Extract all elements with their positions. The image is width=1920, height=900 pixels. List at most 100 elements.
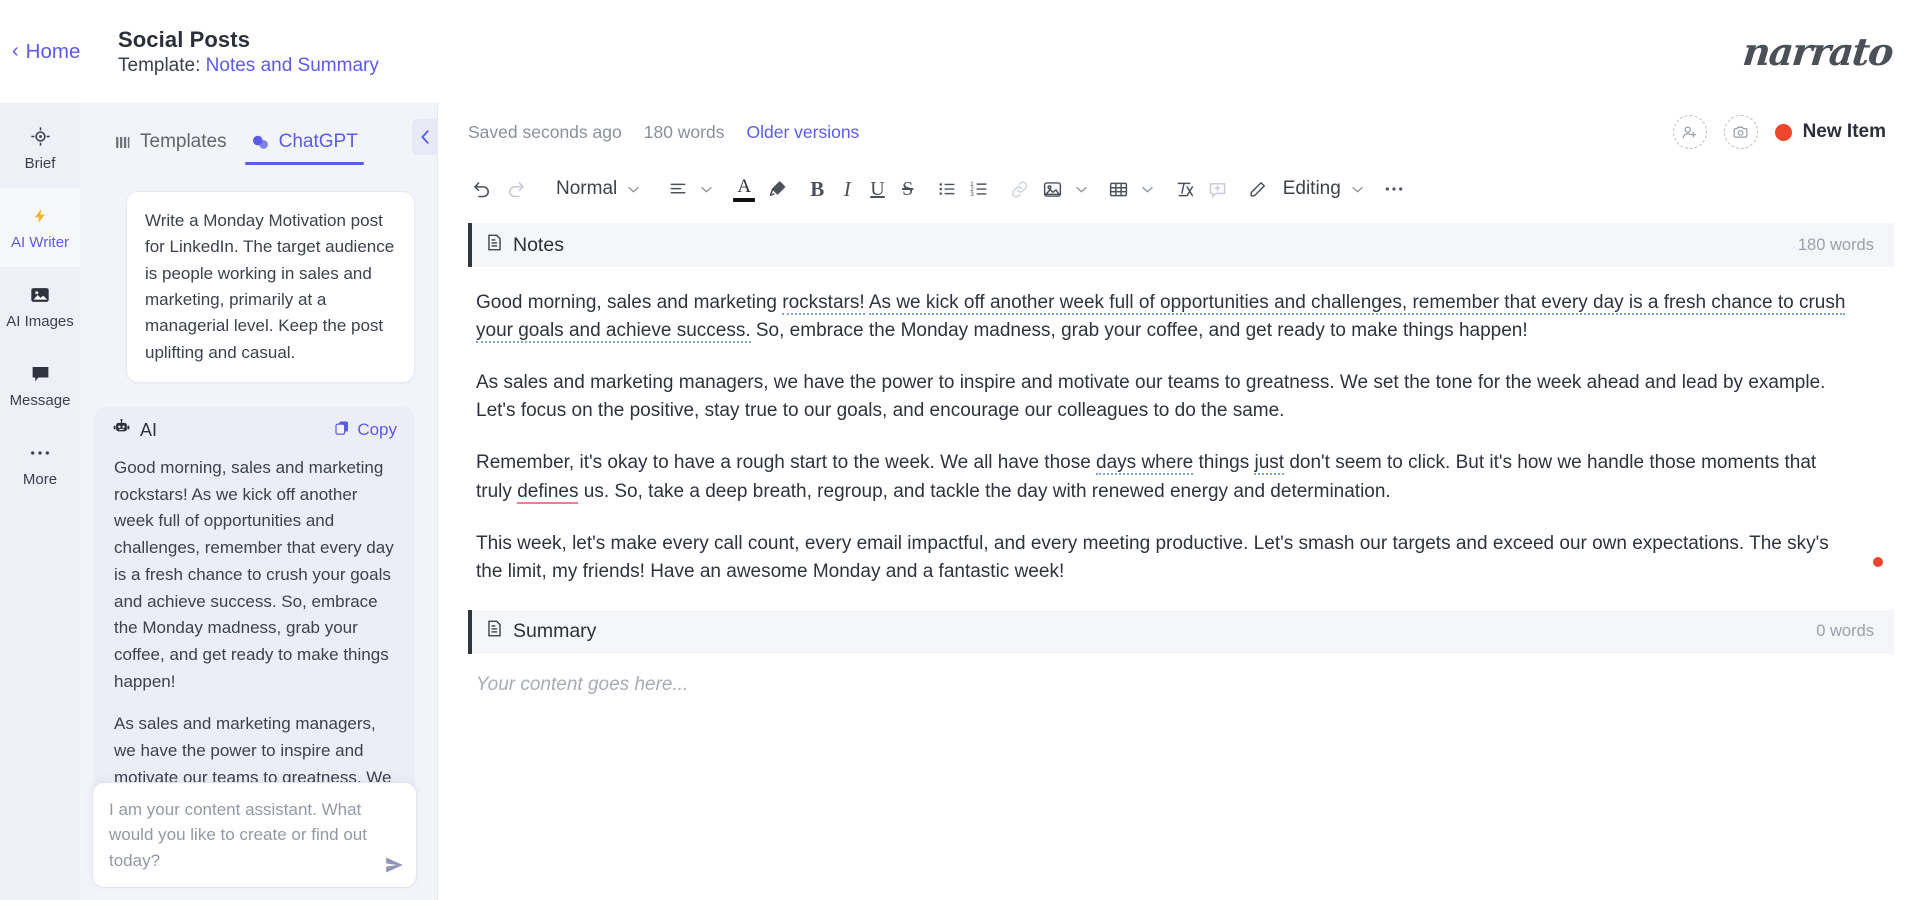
insert-image-button[interactable] — [1036, 172, 1069, 206]
ai-label: AI — [140, 419, 158, 440]
assistant-panel: Templates ChatGPT Write a Monday Motivat… — [80, 103, 438, 900]
insert-table-button[interactable] — [1102, 172, 1135, 206]
editor-meta-bar: Saved seconds ago 180 words Older versio… — [438, 103, 1920, 161]
font-color-button[interactable]: A — [727, 177, 761, 202]
sidebar-item-label: Message — [9, 391, 71, 409]
add-comment-button[interactable] — [1201, 172, 1234, 206]
chevron-left-icon: ‹ — [12, 39, 19, 62]
word-count: 180 words — [643, 121, 725, 142]
summary-placeholder: Your content goes here... — [476, 673, 689, 695]
italic-button[interactable]: I — [832, 172, 862, 206]
italic-icon: I — [843, 176, 851, 201]
narrato-logo: narrato — [1740, 29, 1895, 74]
undo-button[interactable] — [466, 172, 499, 206]
ellipsis-icon — [29, 442, 51, 464]
editing-chevron-down-icon[interactable] — [1345, 182, 1370, 197]
lightning-icon — [32, 205, 49, 227]
image-chevron-down-icon[interactable] — [1069, 182, 1094, 197]
bullet-list-button[interactable] — [931, 172, 963, 206]
paragraph-style-label: Normal — [556, 178, 618, 199]
sidebar-item-message[interactable]: Message — [0, 346, 80, 425]
align-button[interactable] — [662, 172, 694, 206]
highlight-button[interactable] — [761, 172, 794, 206]
add-cover-image-button[interactable] — [1723, 115, 1758, 149]
editor-pane: Saved seconds ago 180 words Older versio… — [438, 103, 1920, 900]
sidebar-item-brief[interactable]: Brief — [0, 109, 80, 188]
saved-status: Saved seconds ago — [468, 121, 622, 142]
svg-text:3: 3 — [970, 191, 974, 198]
more-options-button[interactable] — [1378, 172, 1410, 206]
font-color-a-icon: A — [737, 175, 752, 197]
align-chevron-down-icon[interactable] — [694, 182, 719, 197]
tab-label: ChatGPT — [278, 131, 358, 152]
template-line: Template: Notes and Summary — [118, 55, 379, 77]
sidebar-item-label: More — [22, 470, 58, 488]
section-header-notes: Notes 180 words — [468, 223, 1894, 267]
sidebar-item-ai-writer[interactable]: AI Writer — [0, 188, 80, 267]
editing-mode-label: Editing — [1282, 178, 1341, 199]
text-run: So, embrace the Monday madness, grab you… — [750, 320, 1528, 342]
chat-dots-icon — [251, 134, 270, 151]
copy-icon — [334, 419, 350, 441]
add-collaborator-button[interactable] — [1672, 115, 1707, 149]
ai-identity: AI — [112, 418, 158, 441]
image-icon — [29, 284, 51, 306]
home-back-link[interactable]: ‹ Home — [0, 40, 103, 64]
document-area[interactable]: Notes 180 words Good morning, sales and … — [438, 217, 1920, 900]
template-link[interactable]: Notes and Summary — [206, 55, 379, 76]
notes-paragraph: Remember, it's okay to have a rough star… — [476, 449, 1850, 505]
strikethrough-button[interactable]: S — [893, 172, 923, 206]
underline-icon: U — [870, 177, 885, 200]
home-label: Home — [25, 39, 81, 63]
target-icon — [30, 126, 51, 148]
document-icon — [486, 233, 503, 258]
suggestion-red[interactable]: defines — [517, 480, 579, 504]
section-title: Summary — [513, 620, 597, 643]
document-icon — [486, 619, 503, 644]
new-item-label: New Item — [1802, 121, 1886, 142]
chat-bubble-icon — [30, 363, 51, 385]
copy-label: Copy — [357, 420, 397, 440]
sidebar-item-more[interactable]: More — [0, 425, 80, 504]
editing-mode-button[interactable]: Editing — [1242, 172, 1345, 206]
copy-button[interactable]: Copy — [334, 419, 397, 441]
section-header-summary: Summary 0 words — [468, 609, 1894, 654]
chat-input-placeholder: I am your content assistant. What would … — [109, 799, 367, 870]
paragraph-style-chevron-down-icon[interactable] — [621, 182, 646, 197]
section-word-count: 180 words — [1797, 235, 1874, 254]
underline-button[interactable]: U — [862, 172, 892, 206]
section-title: Notes — [513, 233, 564, 256]
panel-tab-bar: Templates ChatGPT — [80, 103, 437, 165]
section-title-group: Summary — [486, 619, 596, 644]
comment-marker-dot[interactable] — [1873, 557, 1883, 567]
send-icon[interactable] — [384, 855, 404, 875]
notes-content[interactable]: Good morning, sales and marketing rockst… — [438, 267, 1920, 586]
notes-paragraph: As sales and marketing managers, we have… — [476, 369, 1850, 425]
collapse-panel-button[interactable] — [412, 119, 438, 155]
redo-button[interactable] — [499, 172, 532, 206]
older-versions-link[interactable]: Older versions — [746, 122, 859, 143]
suggestion-blue[interactable]: just — [1254, 452, 1285, 476]
tab-chatgpt[interactable]: ChatGPT — [239, 131, 370, 165]
top-bar: ‹ Home Social Posts Template: Notes and … — [0, 0, 1920, 103]
insert-link-button[interactable] — [1003, 172, 1036, 206]
font-color-swatch — [733, 197, 756, 202]
new-item-status[interactable]: New Item — [1774, 121, 1886, 143]
notes-paragraph: This week, let's make every call count, … — [476, 530, 1850, 586]
left-nav-rail: Brief AI Writer AI Images Message More — [0, 103, 80, 900]
pencil-icon — [1242, 172, 1273, 206]
tab-label: Templates — [140, 131, 227, 152]
text-run: As sales and marketing managers, we have… — [476, 372, 1826, 422]
sidebar-item-ai-images[interactable]: AI Images — [0, 267, 80, 346]
table-chevron-down-icon[interactable] — [1135, 182, 1160, 197]
clear-formatting-button[interactable] — [1168, 172, 1201, 206]
suggestion-blue[interactable]: days where — [1096, 452, 1194, 476]
section-title-group: Notes — [486, 233, 564, 258]
chat-input-box[interactable]: I am your content assistant. What would … — [92, 781, 417, 888]
suggestion-blue[interactable]: rockstars! — [782, 292, 865, 315]
bold-button[interactable]: B — [802, 172, 832, 206]
text-run: Good morning, sales and marketing — [476, 292, 783, 313]
tab-templates[interactable]: Templates — [102, 131, 239, 165]
numbered-list-button[interactable]: 1 2 3 — [963, 172, 995, 206]
page-title: Social Posts — [118, 26, 251, 52]
